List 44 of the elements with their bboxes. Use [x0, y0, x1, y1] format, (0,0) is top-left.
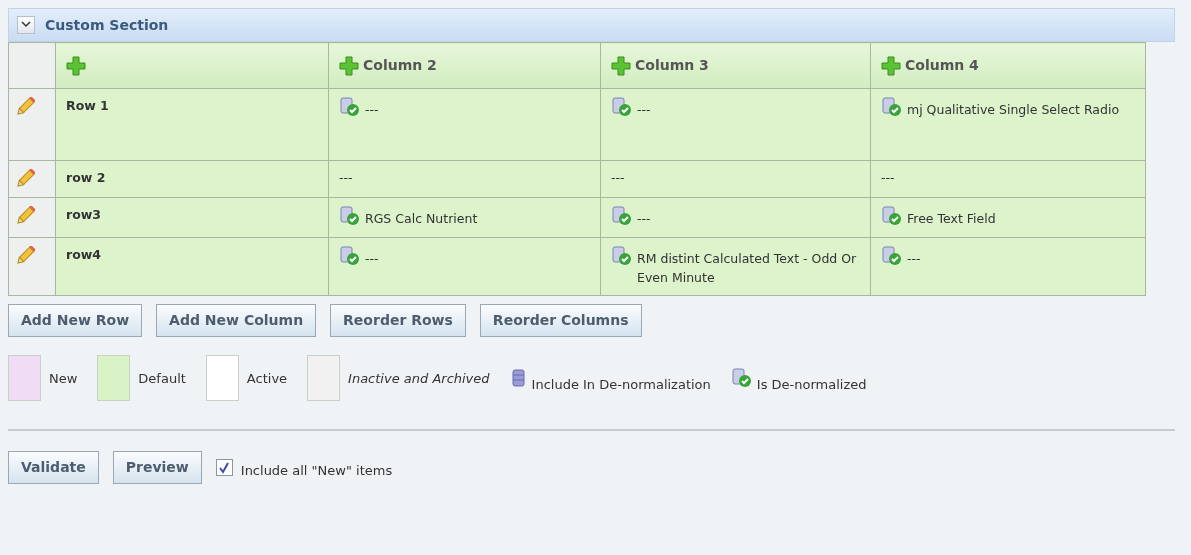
- checkbox-label: Include all "New" items: [240, 462, 393, 480]
- legend-label: Default: [138, 369, 186, 388]
- legend-label: Active: [246, 369, 288, 388]
- legend-label: New: [49, 369, 78, 388]
- legend-label: Inactive and Archived: [348, 369, 490, 388]
- row-label: row 2: [66, 170, 106, 185]
- plus-icon: [339, 55, 359, 76]
- action-button[interactable]: Add New Column: [156, 304, 317, 338]
- chevron-icon: [21, 21, 31, 29]
- row-label: row3: [66, 207, 101, 222]
- column-label: Column 4: [905, 56, 979, 75]
- action-button[interactable]: Reorder Columns: [479, 304, 642, 338]
- action-button[interactable]: Reorder Rows: [330, 304, 466, 338]
- cell-text: ---: [365, 249, 379, 268]
- database-check-icon: [730, 368, 753, 389]
- plus-icon: [881, 55, 901, 76]
- cell-text: ---: [611, 169, 625, 187]
- cell-text: RGS Calc Nutrient: [365, 210, 478, 228]
- cell-text: ---: [881, 169, 895, 187]
- action-button[interactable]: Preview: [112, 451, 202, 485]
- plus-icon: [611, 55, 631, 76]
- row-label: Row 1: [66, 98, 109, 113]
- cell-text: ---: [637, 101, 651, 119]
- collapse-toggle[interactable]: [17, 16, 35, 34]
- cell-text: ---: [907, 249, 921, 268]
- checkbox[interactable]: [215, 459, 233, 477]
- column-label: Column 3: [635, 56, 709, 75]
- cell-text: Free Text Field: [907, 210, 996, 228]
- database-icon: [509, 368, 528, 389]
- cell-text: ---: [365, 101, 379, 119]
- column-label: Column 2: [363, 56, 437, 75]
- cell-text: ---: [637, 210, 651, 228]
- legend-label: Include In De-normalization: [531, 375, 711, 394]
- row-label: row4: [66, 246, 101, 262]
- check-icon: [218, 461, 231, 474]
- section-title: Custom Section: [45, 15, 169, 35]
- plus-icon: [66, 55, 86, 76]
- action-button[interactable]: Add New Row: [8, 304, 143, 338]
- cell-text: RM distint Calculated Text - Odd Or Even Minute: [637, 249, 858, 287]
- pencil-icon: [15, 245, 35, 266]
- action-button[interactable]: Validate: [8, 451, 99, 485]
- legend-label: Is De-normalized: [756, 375, 867, 394]
- cell-text: mj Qualitative Single Select Radio: [907, 101, 1120, 119]
- cell-text: ---: [339, 169, 353, 187]
